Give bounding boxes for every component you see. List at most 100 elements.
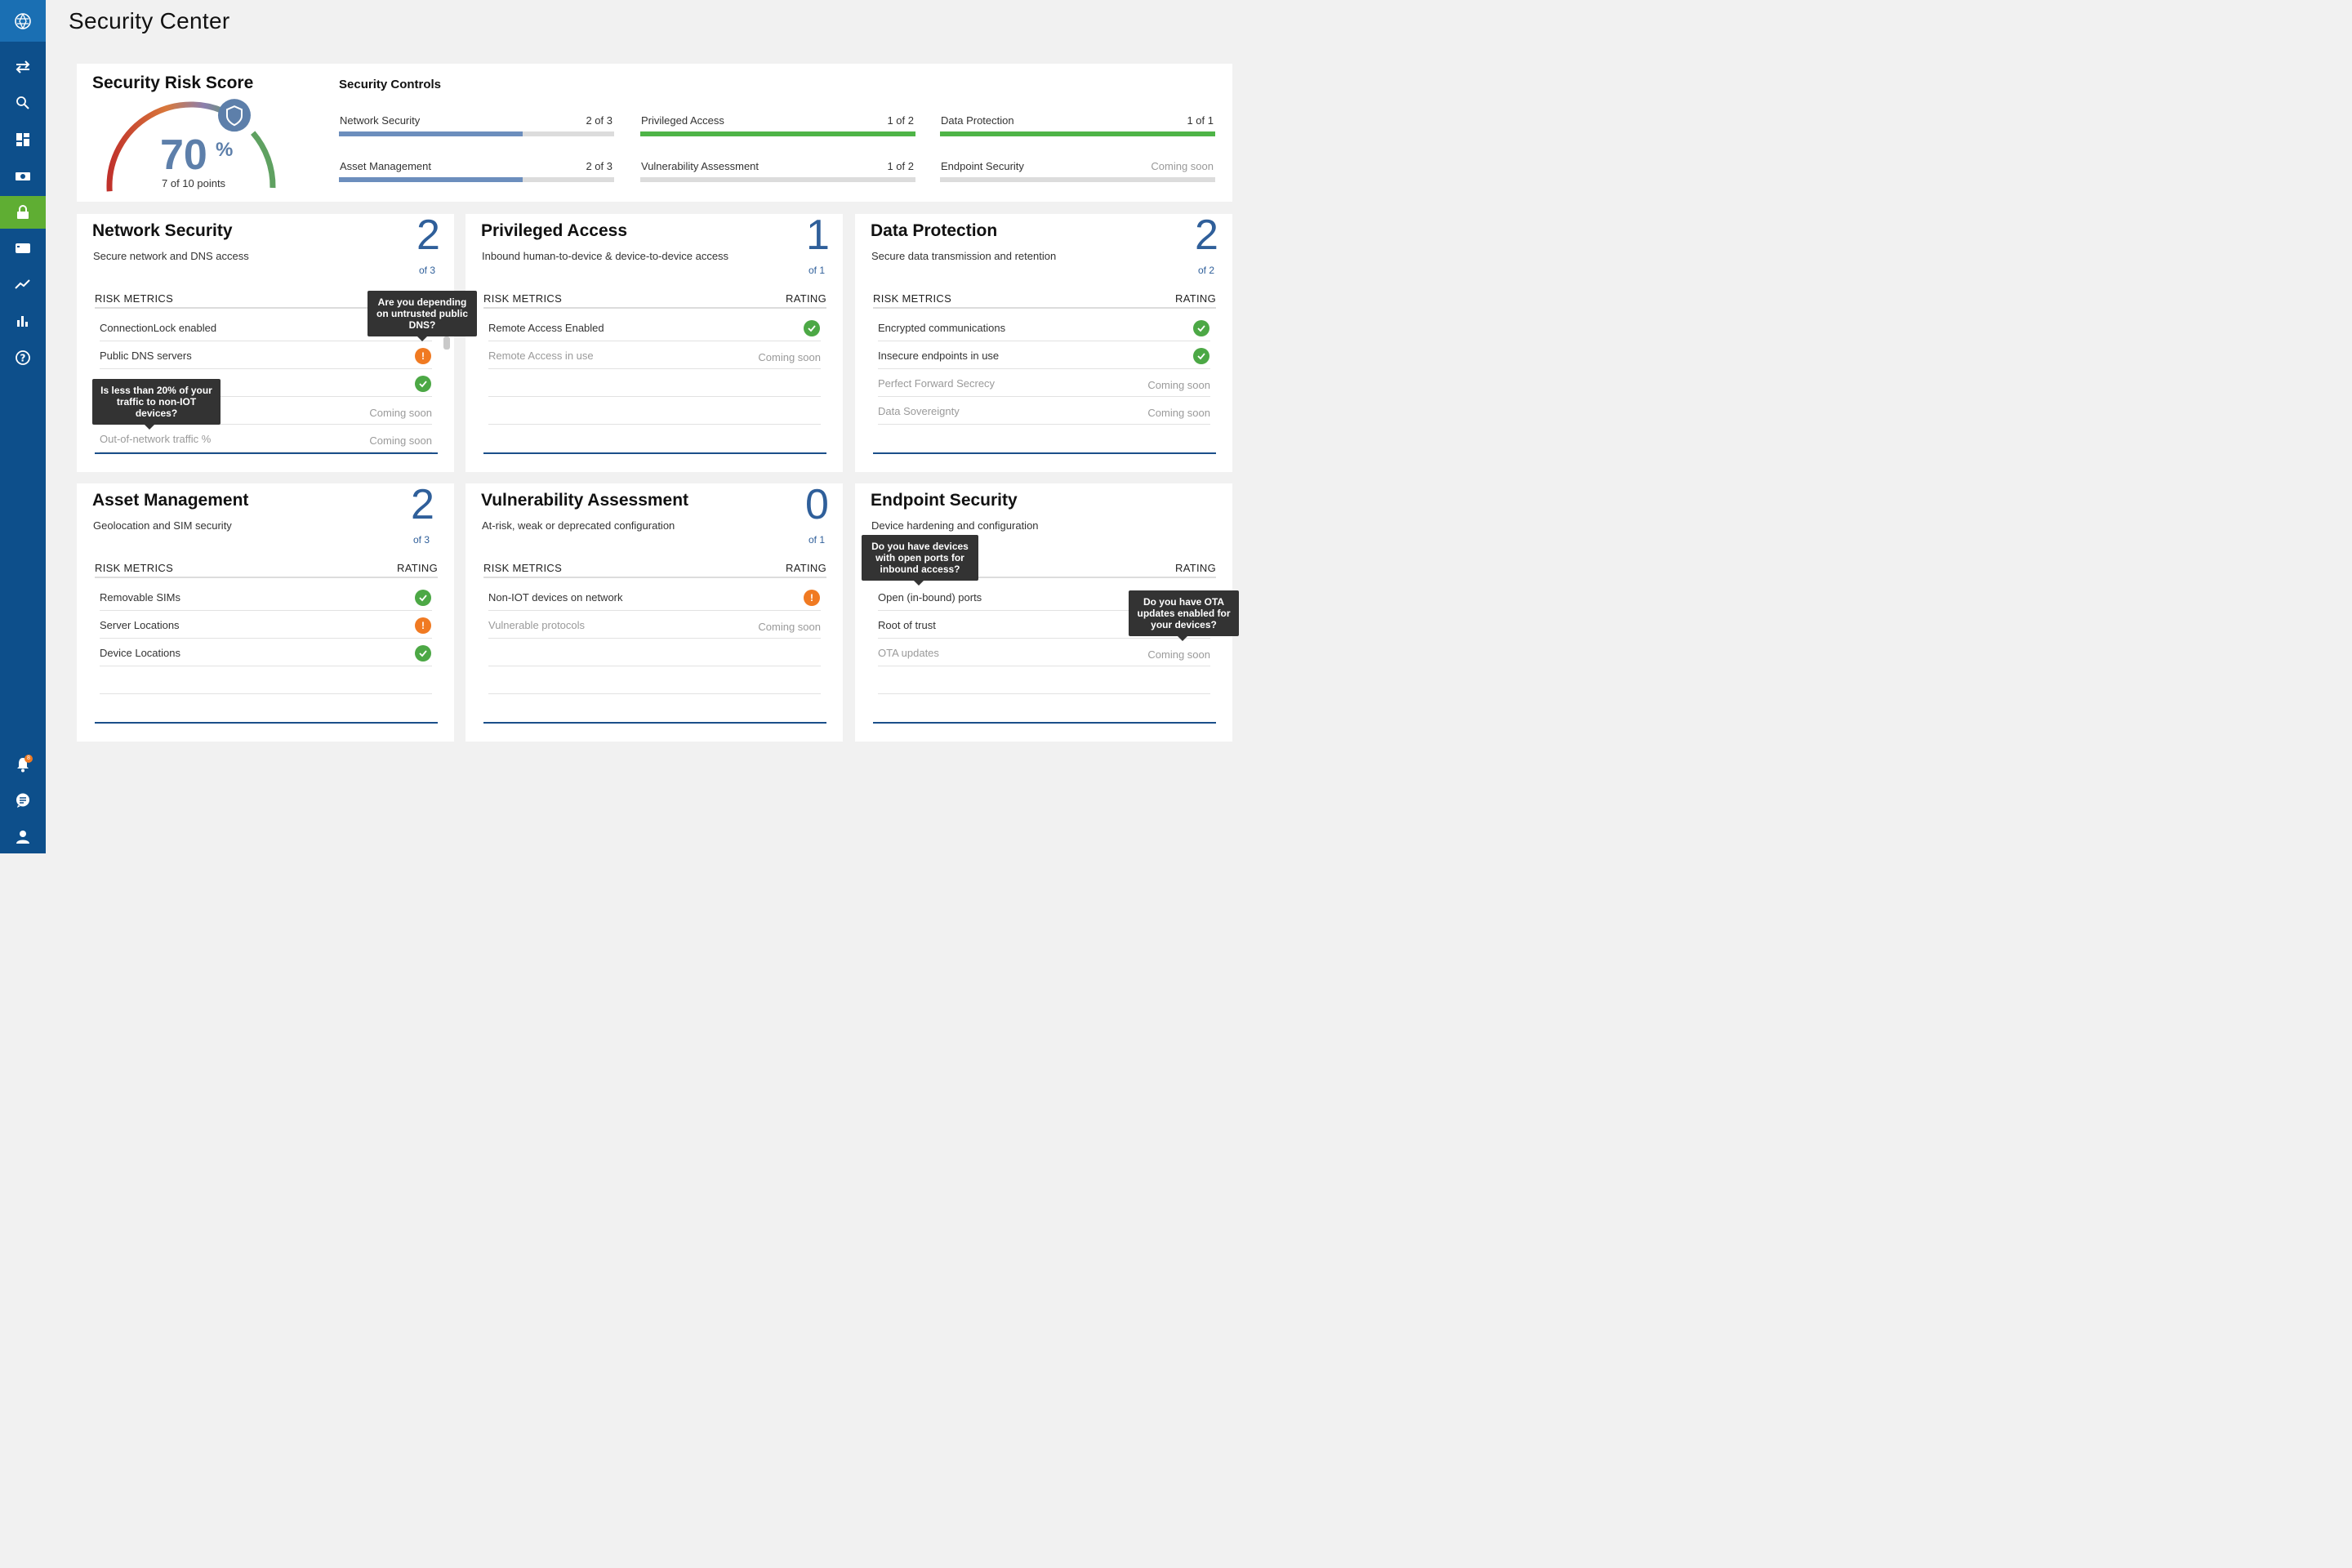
bar-chart-icon: [17, 316, 28, 327]
score-of-total: of 1: [808, 265, 826, 276]
app-logo[interactable]: [0, 0, 46, 42]
card-title: Endpoint Security: [871, 491, 1018, 510]
metric-row[interactable]: Vulnerable protocols Coming soon: [488, 611, 821, 639]
control-progress-fill: [640, 131, 915, 136]
metric-row[interactable]: Server Locations!: [100, 611, 432, 639]
control-progress-track: [339, 131, 614, 136]
metrics-header: RISK METRICS RATING: [483, 562, 826, 578]
control-label: Asset Management: [340, 160, 432, 172]
metric-row[interactable]: [100, 666, 432, 694]
shield-marker: [217, 99, 251, 132]
control-progress-fill: [940, 131, 1215, 136]
sim-card-icon: [16, 172, 30, 180]
metric-row[interactable]: Encrypted communications: [878, 314, 1210, 341]
metric-row[interactable]: Data Sovereignty Coming soon: [878, 397, 1210, 425]
tooltip-ota-updates: Do you have OTA updates enabled for your…: [1129, 590, 1239, 641]
metric-row[interactable]: Remote Access in use Coming soon: [488, 341, 821, 369]
rating-heading: RATING: [786, 562, 826, 574]
card-title: Network Security: [92, 221, 233, 240]
metric-row[interactable]: Perfect Forward Secrecy Coming soon: [878, 369, 1210, 397]
rating-heading: RATING: [397, 562, 438, 574]
card-data-protection: Data Protection Secure data transmission …: [855, 214, 1232, 472]
card-privileged-access: Privileged Access Inbound human-to-device…: [466, 214, 843, 472]
control-progress-track: [640, 177, 915, 182]
metric-row[interactable]: OTA updates Coming soon: [878, 639, 1210, 666]
sidebar-item-profile[interactable]: [0, 821, 46, 853]
metric-row[interactable]: [488, 639, 821, 666]
metric-row[interactable]: Removable SIMs: [100, 583, 432, 611]
metric-row[interactable]: Insecure endpoints in use: [878, 341, 1210, 369]
metric-row[interactable]: [488, 397, 821, 425]
card-title: Asset Management: [92, 491, 249, 510]
control-progress-fill: [339, 131, 523, 136]
sidebar-item-help[interactable]: ?: [0, 341, 46, 374]
metric-row[interactable]: Device Locations: [100, 639, 432, 666]
security-controls-title: Security Controls: [339, 78, 442, 91]
risk-metrics-heading: RISK METRICS: [483, 292, 563, 305]
metric-row[interactable]: [488, 666, 821, 694]
transfer-arrows-icon: [16, 60, 30, 74]
sidebar-item-notifications[interactable]: 8: [0, 748, 46, 781]
tooltip-non-iot-traffic: Is less than 20% of your traffic to non-…: [92, 379, 220, 430]
sidebar-item-billing[interactable]: [0, 232, 46, 265]
rating-heading: RATING: [1175, 562, 1216, 574]
sidebar-item-sims[interactable]: [0, 160, 46, 193]
sidebar-item-search[interactable]: [0, 87, 46, 119]
sidebar-item-trends[interactable]: [0, 268, 46, 301]
control-value: 2 of 3: [586, 114, 612, 127]
dashboard-icon: [16, 133, 29, 146]
score-of-total: of 3: [413, 534, 430, 546]
risk-score-percent-symbol: %: [216, 139, 234, 161]
metric-label: Insecure endpoints in use: [878, 350, 1000, 362]
card-bottom-rule: [483, 722, 826, 724]
control-label: Endpoint Security: [941, 160, 1024, 172]
metrics-scrollbar[interactable]: [443, 336, 450, 350]
check-icon: [415, 590, 431, 606]
coming-soon-label: Coming soon: [758, 351, 821, 363]
score-count: 2: [416, 212, 440, 259]
metrics-header: RISK METRICS RATING: [95, 562, 438, 578]
risk-score-points: 7 of 10 points: [162, 177, 226, 189]
metrics-header: RISK METRICS RATING: [483, 292, 826, 309]
card-subtitle: At-risk, weak or deprecated configuratio…: [482, 519, 675, 532]
sidebar-item-security[interactable]: [0, 196, 46, 229]
metric-row[interactable]: Remote Access Enabled: [488, 314, 821, 341]
metric-label: Perfect Forward Secrecy: [878, 377, 996, 390]
control-value: 1 of 2: [887, 114, 914, 127]
metric-row[interactable]: [488, 369, 821, 397]
card-subtitle: Geolocation and SIM security: [93, 519, 232, 532]
sidebar-item-chat[interactable]: [0, 784, 46, 817]
sidebar-item-reports[interactable]: [0, 305, 46, 337]
check-icon: [1193, 348, 1209, 364]
check-icon: [415, 645, 431, 662]
sidebar-item-dashboard[interactable]: [0, 123, 46, 156]
control-value: Coming soon: [1151, 160, 1214, 172]
metric-label: Removable SIMs: [100, 591, 180, 604]
check-icon: [804, 320, 820, 336]
lock-icon: [17, 205, 29, 219]
score-count: 0: [805, 481, 829, 528]
risk-metrics-heading: RISK METRICS: [873, 292, 952, 305]
metric-label: Vulnerable protocols: [488, 619, 586, 631]
sidebar-item-transfer[interactable]: [0, 51, 46, 83]
card-icon: [16, 243, 30, 253]
metric-label: Encrypted communications: [878, 322, 1006, 334]
notification-badge: 8: [24, 755, 33, 763]
metric-row[interactable]: Public DNS servers!: [100, 341, 432, 369]
metric-label: Public DNS servers: [100, 350, 192, 362]
check-icon: [1193, 320, 1209, 336]
warning-icon: !: [415, 617, 431, 634]
card-bottom-rule: [483, 452, 826, 454]
risk-score-percent: 70: [160, 131, 207, 179]
card-bottom-rule: [95, 452, 438, 454]
tooltip-open-ports: Do you have devices with open ports for …: [862, 535, 978, 586]
user-icon: [16, 831, 29, 844]
control-value: 1 of 2: [887, 160, 914, 172]
metric-row[interactable]: Non-IOT devices on network!: [488, 583, 821, 611]
coming-soon-label: Coming soon: [369, 407, 432, 419]
metric-label: Remote Access in use: [488, 350, 594, 362]
metric-label: ConnectionLock enabled: [100, 322, 217, 334]
metric-row[interactable]: [878, 666, 1210, 694]
risk-score-title: Security Risk Score: [92, 74, 254, 92]
control-progress-track: [640, 131, 915, 136]
